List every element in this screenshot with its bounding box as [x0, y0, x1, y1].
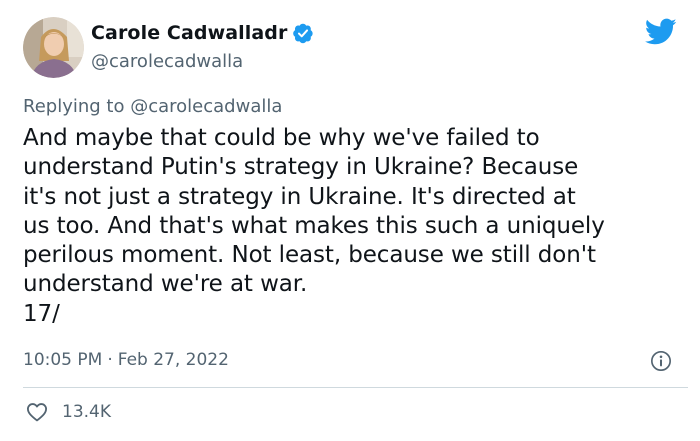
tweet-card: Carole Cadwalladr @carolecadwalla Replyi…: [0, 0, 700, 441]
author-handle[interactable]: @carolecadwalla: [91, 51, 243, 72]
like-button[interactable]: 13.4K: [26, 402, 111, 422]
divider: [23, 387, 688, 388]
replying-to-mention[interactable]: @carolecadwalla: [130, 96, 282, 117]
like-count: 13.4K: [62, 402, 111, 422]
twitter-bird-icon[interactable]: [645, 18, 677, 46]
author-name[interactable]: Carole Cadwalladr: [91, 22, 287, 44]
avatar[interactable]: [23, 17, 84, 78]
meta-separator: ·: [107, 350, 113, 370]
replying-to-label: Replying to: [23, 96, 125, 117]
info-icon[interactable]: [650, 350, 672, 372]
replying-to: Replying to @carolecadwalla: [23, 96, 282, 117]
heart-icon: [26, 403, 47, 422]
tweet-text: And maybe that could be why we've failed…: [23, 125, 605, 327]
tweet-time[interactable]: 10:05 PM: [23, 350, 102, 370]
tweet-timestamp: 10:05 PM · Feb 27, 2022: [23, 350, 229, 370]
author-row: Carole Cadwalladr: [91, 22, 314, 44]
tweet-date[interactable]: Feb 27, 2022: [118, 350, 229, 370]
verified-badge-icon: [293, 23, 314, 44]
